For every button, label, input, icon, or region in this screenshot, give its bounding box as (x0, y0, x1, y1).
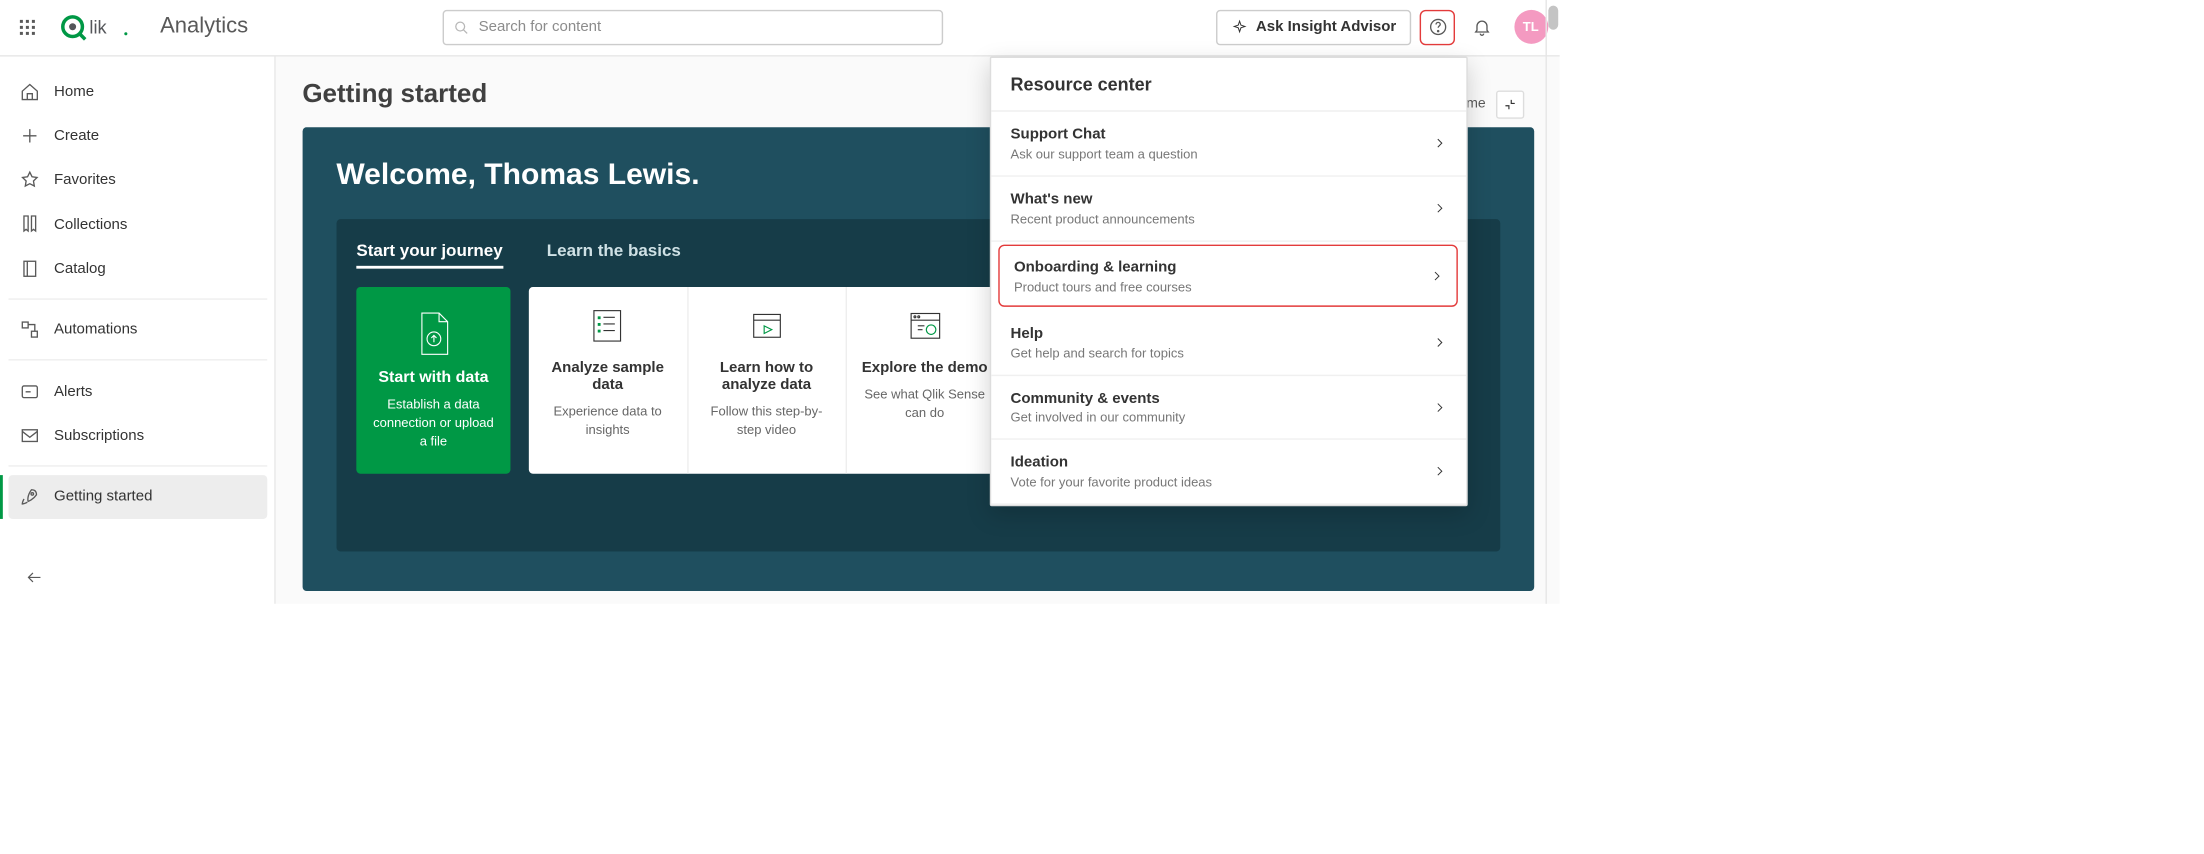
resource-item-title: What's new (1011, 191, 1195, 208)
scroll-thumb[interactable] (1549, 6, 1559, 30)
card-subtitle: Establish a data connection or upload a … (370, 396, 496, 451)
chevron-right-icon (1431, 270, 1443, 282)
help-icon (1428, 17, 1448, 37)
card-title: Analyze sample data (541, 359, 675, 393)
popover-title: Resource center (991, 57, 1467, 112)
page-scrollbar[interactable] (1546, 0, 1560, 604)
plus-icon (20, 126, 40, 146)
sidebar-item-label: Catalog (54, 260, 106, 277)
resource-item-title: Support Chat (1011, 126, 1198, 143)
ask-button-label: Ask Insight Advisor (1256, 19, 1396, 36)
star-icon (20, 170, 40, 190)
sidebar-item-label: Alerts (54, 383, 92, 400)
resource-item-support-chat[interactable]: Support Chat Ask our support team a ques… (991, 112, 1467, 177)
resource-item-help[interactable]: Help Get help and search for topics (991, 311, 1467, 376)
card-title: Start with data (370, 369, 496, 386)
rocket-icon (20, 487, 40, 507)
browser-icon (906, 307, 944, 345)
bell-icon (1472, 17, 1492, 37)
resource-item-title: Community & events (1011, 390, 1186, 407)
resource-item-title: Onboarding & learning (1014, 259, 1192, 276)
resource-item-title: Help (1011, 325, 1184, 342)
sidebar-item-label: Home (54, 84, 94, 101)
chevron-right-icon (1434, 337, 1446, 349)
journey-tabs: Start your journey Learn the basics (356, 241, 1003, 270)
sidebar-item-collections[interactable]: Collections (8, 202, 267, 246)
sidebar-item-getting-started[interactable]: Getting started (8, 475, 267, 519)
card-start-with-data[interactable]: Start with data Establish a data connect… (356, 287, 510, 473)
chevron-right-icon (1434, 202, 1446, 214)
svg-text:lik: lik (89, 18, 107, 38)
compress-icon (1503, 97, 1517, 111)
card-subtitle: Follow this step-by-step video (700, 403, 833, 439)
alert-icon (20, 381, 40, 401)
global-search[interactable] (442, 9, 943, 45)
card-title: Learn how to analyze data (700, 359, 833, 393)
chevron-right-icon (1434, 466, 1446, 478)
resource-item-subtitle: Get involved in our community (1011, 411, 1186, 425)
ask-insight-advisor-button[interactable]: Ask Insight Advisor (1216, 9, 1411, 45)
resource-center-popover: Resource center Support Chat Ask our sup… (989, 56, 1468, 506)
sidebar-item-create[interactable]: Create (8, 114, 267, 158)
card-explore-demo[interactable]: Explore the demo See what Qlik Sense can… (845, 287, 1003, 473)
user-avatar[interactable]: TL (1514, 10, 1548, 44)
sidebar-item-label: Subscriptions (54, 427, 144, 444)
resource-item-ideation[interactable]: Ideation Vote for your favorite product … (991, 440, 1467, 505)
resource-item-subtitle: Recent product announcements (1011, 212, 1195, 226)
automation-icon (20, 320, 40, 340)
card-subtitle: Experience data to insights (541, 403, 675, 439)
resource-item-subtitle: Vote for your favorite product ideas (1011, 475, 1212, 489)
grid-icon (19, 18, 37, 36)
card-learn-analyze[interactable]: Learn how to analyze data Follow this st… (687, 287, 845, 473)
collapse-hero-button[interactable] (1496, 90, 1524, 118)
sidebar-item-catalog[interactable]: Catalog (8, 246, 267, 290)
notifications-button[interactable] (1464, 9, 1500, 45)
sidebar-item-home[interactable]: Home (8, 70, 267, 114)
sidebar-item-label: Automations (54, 321, 137, 338)
card-subtitle: See what Qlik Sense can do (858, 386, 991, 422)
resource-item-onboarding[interactable]: Onboarding & learning Product tours and … (999, 245, 1459, 307)
qlik-logo: lik Analytics (58, 13, 248, 41)
sidebar-item-label: Create (54, 128, 99, 145)
sidebar-item-favorites[interactable]: Favorites (8, 158, 267, 202)
resource-item-subtitle: Ask our support team a question (1011, 147, 1198, 161)
sidebar: Home Create Favorites Collections Catalo… (0, 56, 276, 604)
sidebar-item-label: Collections (54, 216, 127, 233)
top-bar: lik Analytics Ask Insight Advisor TL (0, 0, 1560, 56)
card-title: Explore the demo (858, 359, 991, 376)
video-icon (747, 307, 785, 345)
book-icon (20, 258, 40, 278)
resource-item-title: Ideation (1011, 454, 1212, 471)
sidebar-item-alerts[interactable]: Alerts (8, 369, 267, 413)
resource-item-subtitle: Get help and search for topics (1011, 346, 1184, 360)
collapse-sidebar-button[interactable] (18, 562, 50, 594)
sidebar-item-automations[interactable]: Automations (8, 308, 267, 352)
sidebar-item-subscriptions[interactable]: Subscriptions (8, 413, 267, 457)
resource-item-community[interactable]: Community & events Get involved in our c… (991, 376, 1467, 441)
card-analyze-sample[interactable]: Analyze sample data Experience data to i… (529, 287, 687, 473)
search-input[interactable] (479, 19, 932, 36)
sidebar-item-label: Getting started (54, 488, 152, 505)
home-icon (20, 82, 40, 102)
app-launcher-button[interactable] (12, 11, 44, 43)
resource-item-subtitle: Product tours and free courses (1014, 280, 1192, 294)
help-button[interactable] (1420, 9, 1456, 45)
tab-learn-basics[interactable]: Learn the basics (547, 241, 681, 270)
search-icon (453, 19, 468, 35)
list-icon (589, 307, 627, 345)
mail-icon (20, 425, 40, 445)
file-upload-icon (412, 309, 454, 357)
chevron-right-icon (1434, 401, 1446, 413)
product-name: Analytics (160, 15, 248, 40)
collapse-icon (25, 569, 43, 587)
sparkle-icon (1232, 19, 1248, 35)
chevron-right-icon (1434, 138, 1446, 150)
bookmark-icon (20, 214, 40, 234)
resource-item-whats-new[interactable]: What's new Recent product announcements (991, 177, 1467, 242)
tab-start-journey[interactable]: Start your journey (356, 241, 502, 270)
sidebar-item-label: Favorites (54, 172, 116, 189)
